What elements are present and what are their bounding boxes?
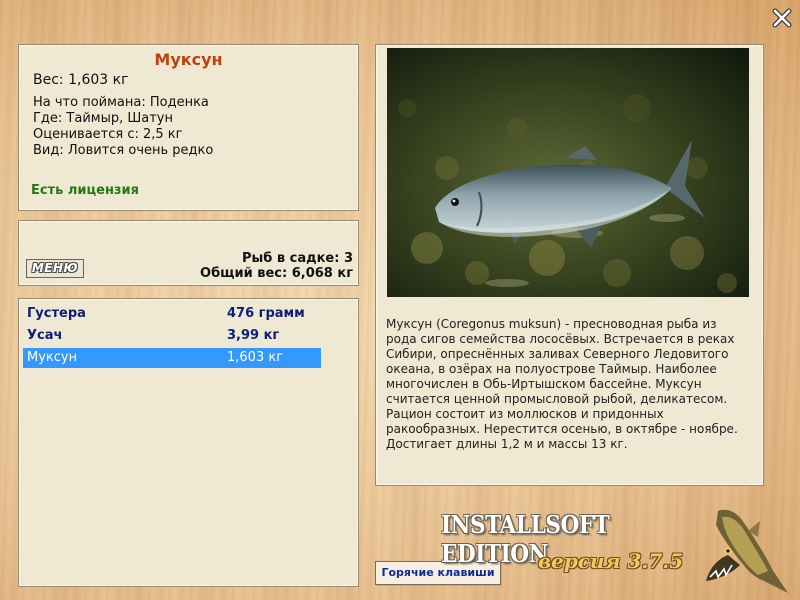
close-button[interactable]: [771, 8, 793, 28]
menu-button-label: МЕНЮ: [31, 261, 79, 275]
total-weight: Общий вес: 6,068 кг: [200, 266, 353, 281]
caught-on: На что поймана: Поденка: [33, 95, 209, 110]
fish-weight: Вес: 1,603 кг: [33, 72, 129, 88]
cage-status-panel: МЕНЮ Рыб в садке: 3 Общий вес: 6,068 кг: [18, 220, 359, 286]
menu-button[interactable]: МЕНЮ: [26, 259, 84, 278]
pike-icon: [706, 509, 788, 593]
fish-photo: [387, 48, 749, 297]
fish-rarity: Вид: Ловится очень редко: [33, 143, 214, 158]
list-item-name: Усач: [27, 328, 63, 343]
catch-list-panel: Густера 476 грамм Усач 3,99 кг Муксун 1,…: [18, 298, 359, 587]
fish-detail-panel: Муксун (Coregonus muksun) - пресноводная…: [375, 44, 764, 486]
list-item[interactable]: Усач 3,99 кг: [23, 326, 321, 346]
list-item-weight: 1,603 кг: [227, 350, 284, 365]
license-status: Есть лицензия: [31, 183, 139, 198]
list-item-weight: 3,99 кг: [227, 328, 280, 343]
fish-description: Муксун (Coregonus muksun) - пресноводная…: [386, 317, 738, 451]
list-item-name: Густера: [27, 306, 86, 321]
estimated-weight: Оценивается с: 2,5 кг: [33, 127, 183, 142]
catch-location: Где: Таймыр, Шатун: [33, 111, 174, 126]
version-label: версия 3.7.5: [538, 549, 684, 573]
list-item-name: Муксун: [27, 350, 78, 365]
fish-info-panel: Муксун Вес: 1,603 кг На что поймана: Под…: [18, 44, 359, 211]
cage-count: Рыб в садке: 3: [241, 251, 353, 266]
list-item[interactable]: Муксун 1,603 кг: [23, 348, 321, 368]
list-item-weight: 476 грамм: [227, 306, 305, 321]
close-icon: [772, 8, 792, 28]
list-item[interactable]: Густера 476 грамм: [23, 304, 321, 324]
fish-name: Муксун: [154, 50, 223, 69]
